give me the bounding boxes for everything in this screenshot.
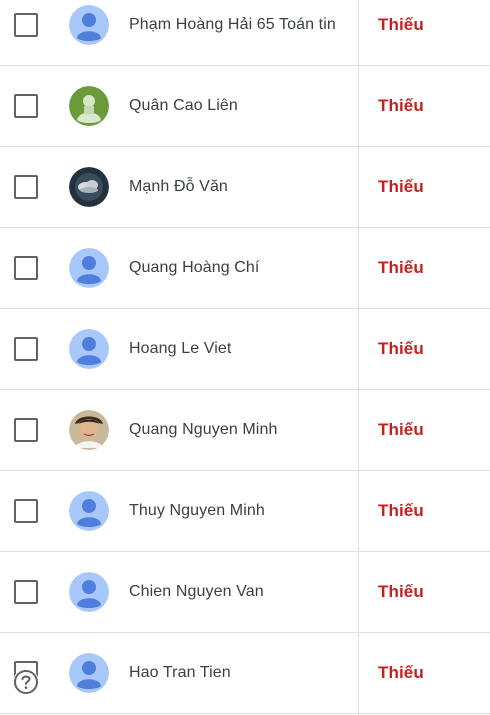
attendance-status[interactable]: Thiếu [378, 177, 424, 197]
photo-avatar-storm [69, 167, 109, 207]
select-checkbox[interactable] [14, 580, 38, 604]
student-name: Quang Nguyen Minh [129, 421, 278, 438]
help-circle-icon [14, 670, 38, 694]
select-checkbox[interactable] [14, 175, 38, 199]
default-avatar-icon [69, 491, 109, 531]
student-name: Quân Cao Liên [129, 97, 238, 114]
attendance-status[interactable]: Thiếu [378, 663, 424, 683]
select-checkbox[interactable] [14, 13, 38, 37]
select-checkbox[interactable] [14, 418, 38, 442]
student-row[interactable]: Hoang Le Viet Thiếu [0, 309, 490, 390]
student-row[interactable]: Mạnh Đỗ Văn Thiếu [0, 147, 490, 228]
attendance-status[interactable]: Thiếu [378, 258, 424, 278]
default-avatar-icon [69, 653, 109, 693]
student-row[interactable]: Quang Hoàng Chí Thiếu [0, 228, 490, 309]
student-name: Phạm Hoàng Hải 65 Toán tin [129, 16, 336, 33]
student-name: Mạnh Đỗ Văn [129, 178, 228, 195]
photo-avatar-green [69, 86, 109, 126]
photo-avatar-person [69, 410, 109, 450]
student-name: Chien Nguyen Van [129, 583, 264, 600]
attendance-status[interactable]: Thiếu [378, 582, 424, 602]
select-checkbox[interactable] [14, 256, 38, 280]
student-name: Thuy Nguyen Minh [129, 502, 265, 519]
student-row[interactable]: Hao Tran Tien Thiếu [0, 633, 490, 714]
student-name: Hao Tran Tien [129, 664, 231, 681]
attendance-status[interactable]: Thiếu [378, 501, 424, 521]
student-row[interactable]: Chien Nguyen Van Thiếu [0, 552, 490, 633]
select-checkbox[interactable] [14, 94, 38, 118]
student-name: Hoang Le Viet [129, 340, 232, 357]
select-checkbox[interactable] [14, 337, 38, 361]
student-row[interactable]: Quân Cao Liên Thiếu [0, 66, 490, 147]
attendance-status[interactable]: Thiếu [378, 96, 424, 116]
attendance-status[interactable]: Thiếu [378, 420, 424, 440]
student-name: Quang Hoàng Chí [129, 259, 260, 276]
default-avatar-icon [69, 248, 109, 288]
default-avatar-icon [69, 329, 109, 369]
default-avatar-icon [69, 5, 109, 45]
student-row[interactable]: Phạm Hoàng Hải 65 Toán tin Thiếu [0, 0, 490, 66]
default-avatar-icon [69, 572, 109, 612]
student-row[interactable]: Thuy Nguyen Minh Thiếu [0, 471, 490, 552]
select-checkbox[interactable] [14, 499, 38, 523]
help-button[interactable] [13, 669, 39, 695]
attendance-status[interactable]: Thiếu [378, 339, 424, 359]
attendance-status[interactable]: Thiếu [378, 15, 424, 35]
student-list: Phạm Hoàng Hải 65 Toán tin Thiếu Quân Ca… [0, 0, 490, 715]
student-row[interactable]: Quang Nguyen Minh Thiếu [0, 390, 490, 471]
